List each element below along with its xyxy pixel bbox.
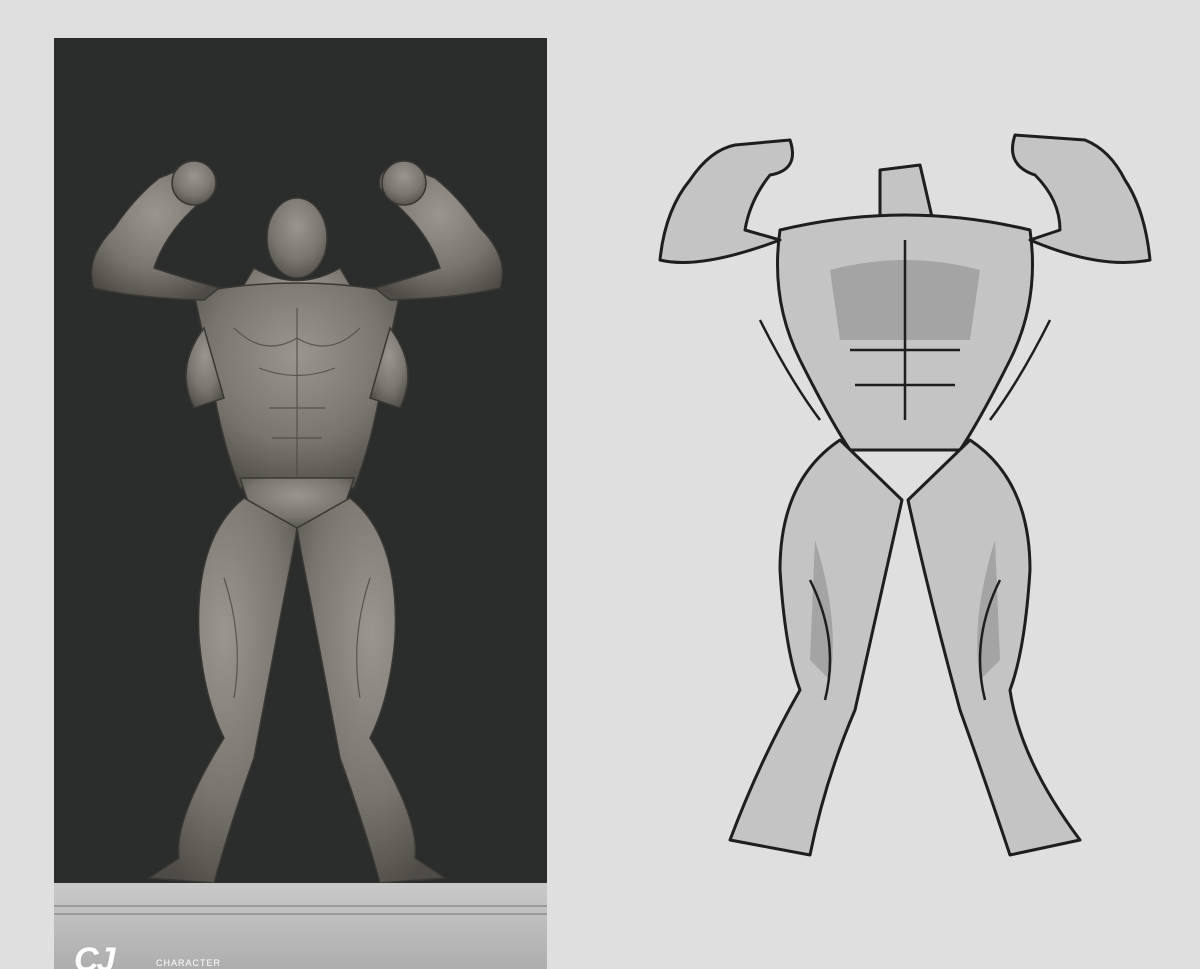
- sketch-panel: [640, 120, 1170, 880]
- sculpt-figure: [90, 160, 504, 884]
- pedestal-divider: [54, 913, 547, 915]
- footer-logo: CJ: [74, 941, 115, 969]
- sketch-figure: [658, 133, 1152, 857]
- pedestal: [54, 883, 547, 969]
- pedestal-divider: [54, 905, 547, 907]
- render-panel: CJ CHARACTER: [54, 38, 547, 969]
- footer-caption: CHARACTER: [156, 958, 222, 968]
